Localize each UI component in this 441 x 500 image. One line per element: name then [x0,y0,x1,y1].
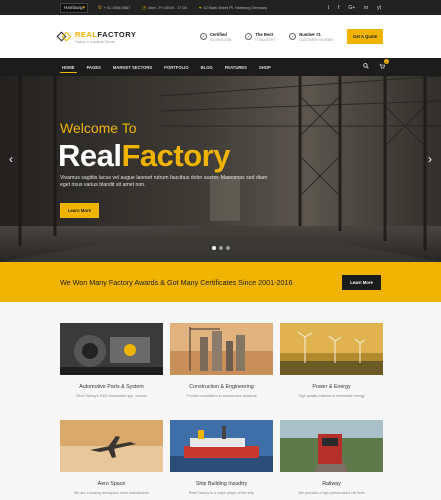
site-logo[interactable]: REALFACTORY Factory & Industrial Theme [56,29,137,44]
linkedin-icon[interactable]: in [364,5,368,11]
service-desc: Real Factory's R&D Automotive app. vicro… [76,394,147,398]
hero-title: RealFactory [58,138,230,173]
construction-image [170,323,273,375]
service-desc: Real Factory is a major player of the sh… [188,491,255,495]
feature-sub: CUSTOMER REVIEWS [299,37,333,42]
get-quote-button[interactable]: Get A Quote [347,29,383,44]
slider-dot[interactable] [212,246,216,250]
check-icon: ✓ [289,32,297,40]
service-title: Aero Space [97,481,126,487]
services-section: Automotive Parts & System Real Factory's… [0,302,441,500]
site-header: REALFACTORY Factory & Industrial Theme ✓… [0,15,441,58]
service-card-ship[interactable]: Ship Building Insudtry Real Factory is a… [170,420,273,495]
service-title: Ship Building Insudtry [195,481,248,487]
feature-certified: ✓ Certified ISO 9001:2008 [199,31,232,42]
service-desc: We provides a high performance rail fixe… [298,491,365,495]
service-card-railway[interactable]: Railway We provides a high performance r… [280,420,383,495]
check-icon: ✓ [199,32,207,40]
phone-text: + 01 3456 4567 [103,5,131,10]
chevron-down-icon: ▾ [82,4,86,11]
hours-text: Mon - Fri 08:00 - 17:00 [148,5,187,10]
cart-icon[interactable]: 0 [379,59,389,71]
facebook-icon[interactable]: f [338,5,339,11]
awards-learn-more-button[interactable]: Learn More [342,274,381,290]
service-title: Construction & Engineering [189,384,254,390]
nav-item-shop[interactable]: SHOP [253,58,277,76]
slider-dots [212,246,230,250]
nav-item-portfolio[interactable]: PORTFOLIO [158,58,194,76]
service-desc: Provide competitive in construction prod… [186,394,257,398]
feature-title: The Best [255,31,273,37]
hero-slider: Welcome To RealFactory Vivamus sagittis … [0,76,441,262]
address-info: ⌖ 12 Main Street Pt. Hamburg Germany [199,5,267,10]
top-bar: Hamburg ▾ ✆ + 01 3456 4567 ◷ Mon - Fri 08:… [0,0,441,15]
feature-number-one: ✓ Number #1 CUSTOMER REVIEWS [289,32,333,42]
automotive-image [60,323,163,375]
awards-banner: We Won Many Factory Awards & Got Many Ce… [0,262,441,302]
feature-sub: ISO 9001:2008 [209,37,232,42]
hours-info: ◷ Mon - Fri 08:00 - 17:00 [142,5,187,11]
check-icon: ✓ [245,32,253,40]
service-card-construction[interactable]: Construction & Engineering Provide compe… [170,323,273,398]
service-title: Railway [322,481,341,487]
feature-best: ✓ The Best IT INDUSTRY [245,32,275,42]
address-text: 12 Main Street Pt. Hamburg Germany [203,6,268,10]
google-plus-icon[interactable]: G+ [348,5,355,11]
nav-item-market-sectors[interactable]: MARKET SECTORS [107,58,158,76]
hero-learn-more-button[interactable]: Learn More [60,203,99,218]
phone-info: ✆ + 01 3456 4567 [98,5,130,11]
nav-item-blog[interactable]: BLOG [195,58,219,76]
service-card-aero[interactable]: Aero Space We are a leading aerospace mo… [60,420,163,495]
aero-space-image [60,420,163,472]
service-title: Automotive Parts & System [79,384,144,390]
railway-image [280,420,383,472]
city-select[interactable]: Hamburg ▾ [60,2,88,13]
phone-icon: ✆ [98,4,102,10]
location-icon: ⌖ [198,5,202,10]
hero-description: Vivamus sagittis lacus vel augue laoreet… [60,175,268,188]
slider-dot[interactable] [219,246,223,250]
ship-building-image [170,420,273,472]
logo-mark-icon [56,30,72,43]
service-desc: High quality material of renewable energ… [298,394,365,398]
city-select-value: Hamburg [64,5,83,10]
logo-tagline: Factory & Industrial Theme [75,39,115,44]
power-energy-image [280,323,383,375]
feature-sub: IT INDUSTRY [255,37,276,42]
slider-dot[interactable] [226,246,230,250]
logo-name: REALFACTORY [75,29,137,39]
twitter-icon[interactable]: t [328,5,329,11]
search-icon[interactable] [363,63,369,71]
slider-next-icon[interactable]: › [428,152,432,166]
slider-prev-icon[interactable]: ‹ [9,152,13,166]
clock-icon: ◷ [142,4,147,10]
feature-title: Certified [209,31,227,37]
nav-item-home[interactable]: HOME [56,58,81,76]
service-title: Power & Energy [312,384,351,390]
main-nav: HOME PAGES MARKET SECTORS PORTFOLIO BLOG… [0,58,441,76]
youtube-icon[interactable]: yt [377,5,381,11]
cart-count-badge: 0 [384,59,389,64]
awards-text: We Won Many Factory Awards & Got Many Ce… [60,277,293,287]
service-card-power[interactable]: Power & Energy High quality material of … [280,323,383,398]
nav-item-pages[interactable]: PAGES [81,58,107,76]
service-card-automotive[interactable]: Automotive Parts & System Real Factory's… [60,323,163,398]
nav-item-features[interactable]: FEATURES [219,58,253,76]
feature-title: Number #1 [299,31,321,37]
service-desc: We are a leading aerospace more manufact… [73,491,150,495]
hero-welcome-text: Welcome To [60,120,137,136]
